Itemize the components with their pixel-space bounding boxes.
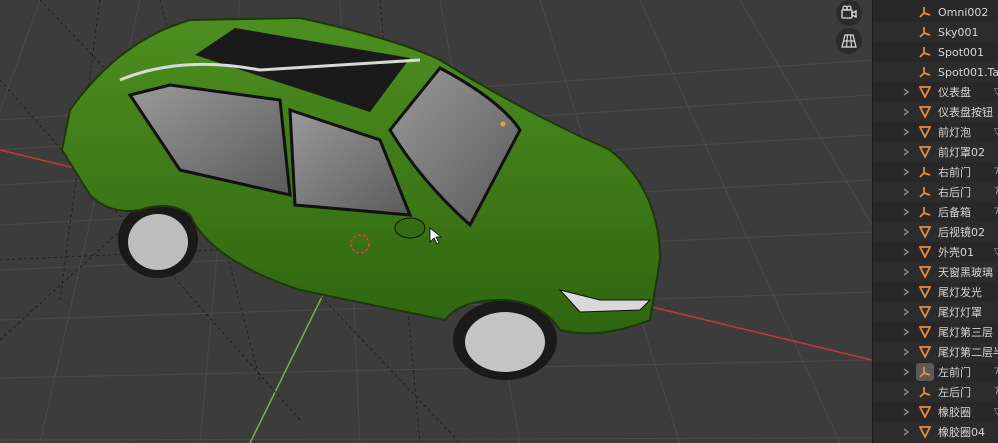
outliner-row[interactable]: 仪表盘按钮	[873, 102, 998, 122]
outliner-item-extra: ▽	[994, 82, 998, 102]
expand-chevron-icon[interactable]	[901, 222, 911, 242]
outliner-item-label: 后备箱	[938, 206, 971, 219]
outliner-item-label: 橡胶圈04	[938, 426, 985, 439]
outliner-item-label: Spot001.Ta	[938, 65, 998, 79]
outliner-item-label: 左前门	[938, 366, 971, 379]
expand-chevron-icon[interactable]	[901, 382, 911, 402]
expand-chevron-icon[interactable]	[901, 262, 911, 282]
grid-view-icon[interactable]	[836, 28, 862, 54]
outliner-row[interactable]: 前灯泡 ▽	[873, 122, 998, 142]
mesh-object-icon	[916, 303, 934, 321]
mesh-object-icon	[916, 103, 934, 121]
outliner-item-label: 尾灯发光	[938, 286, 982, 299]
expand-chevron-icon[interactable]	[901, 302, 911, 322]
outliner-item-label: 尾灯灯罩	[938, 306, 982, 319]
outliner-item-extra: 7	[994, 182, 998, 202]
mesh-object-icon	[916, 423, 934, 441]
outliner-row[interactable]: 后视镜02	[873, 222, 998, 242]
mesh-object-icon	[916, 343, 934, 361]
mesh-object-icon	[916, 123, 934, 141]
outliner-item-label: 仪表盘	[938, 86, 971, 99]
mesh-object-icon	[916, 143, 934, 161]
expand-chevron-icon[interactable]	[901, 182, 911, 202]
mesh-object-icon	[916, 83, 934, 101]
expand-chevron-icon[interactable]	[901, 362, 911, 382]
mesh-object-icon	[916, 323, 934, 341]
expand-chevron-icon[interactable]	[901, 322, 911, 342]
light-object-icon	[916, 3, 934, 21]
outliner-item-extra: ▽	[994, 122, 998, 142]
outliner-row[interactable]: 尾灯发光	[873, 282, 998, 302]
expand-chevron-icon[interactable]	[901, 162, 911, 182]
expand-chevron-icon[interactable]	[901, 242, 911, 262]
outliner-item-label: 右后门	[938, 186, 971, 199]
outliner-row[interactable]: 外壳01 ▽	[873, 242, 998, 262]
light-object-icon	[916, 63, 934, 81]
outliner-item-label: 橡胶圈	[938, 406, 971, 419]
outliner-item-extra: 7	[994, 202, 998, 222]
outliner-item-extra: 7	[994, 362, 998, 382]
outliner-row[interactable]: Sky001	[873, 22, 998, 42]
empty-object-icon	[916, 203, 934, 221]
expand-chevron-icon[interactable]	[901, 422, 911, 442]
outliner-item-label: 仪表盘按钮	[938, 106, 993, 119]
expand-chevron-icon[interactable]	[901, 282, 911, 302]
mesh-object-icon	[916, 283, 934, 301]
outliner-item-extra: ▽	[994, 242, 998, 262]
outliner-row[interactable]: Spot001	[873, 42, 998, 62]
outliner-row[interactable]: 尾灯灯罩	[873, 302, 998, 322]
empty-object-icon	[916, 363, 934, 381]
outliner-item-extra: ▽	[994, 402, 998, 422]
outliner-item-extra: 7	[994, 382, 998, 402]
outliner-item-extra: 7	[994, 162, 998, 182]
outliner-row[interactable]: 前灯罩02	[873, 142, 998, 162]
outliner-row[interactable]: 右后门 7	[873, 182, 998, 202]
outliner-item-label: Omni002	[938, 5, 989, 19]
outliner-item-label: Spot001	[938, 45, 985, 59]
empty-object-icon	[916, 163, 934, 181]
outliner-panel[interactable]: Omni002Sky001Spot001Spot001.Ta仪表盘▽仪表盘按钮前…	[872, 0, 998, 443]
outliner-row[interactable]: 尾灯第二层半	[873, 342, 998, 362]
viewport-scene[interactable]	[0, 0, 872, 443]
camera-view-icon[interactable]	[836, 0, 862, 26]
outliner-item-label: 尾灯第三层	[938, 326, 993, 339]
outliner-item-label: 右前门	[938, 166, 971, 179]
outliner-item-label: Sky001	[938, 25, 979, 39]
mesh-object-icon	[916, 403, 934, 421]
expand-chevron-icon[interactable]	[901, 102, 911, 122]
light-object-icon	[916, 23, 934, 41]
empty-object-icon	[916, 183, 934, 201]
expand-chevron-icon[interactable]	[901, 402, 911, 422]
outliner-item-label: 前灯泡	[938, 126, 971, 139]
outliner-row[interactable]: 仪表盘 ▽	[873, 82, 998, 102]
outliner-row[interactable]: Omni002	[873, 2, 998, 22]
light-object-icon	[916, 43, 934, 61]
mesh-object-icon	[916, 223, 934, 241]
outliner-row[interactable]: 橡胶圈 ▽	[873, 402, 998, 422]
outliner-item-label: 后视镜02	[938, 226, 985, 239]
3d-viewport[interactable]	[0, 0, 872, 443]
outliner-row[interactable]: 橡胶圈04	[873, 422, 998, 442]
outliner-row[interactable]: 尾灯第三层	[873, 322, 998, 342]
outliner-item-label: 天窗黑玻璃	[938, 266, 993, 279]
outliner-item-label: 外壳01	[938, 246, 974, 259]
outliner-item-label: 尾灯第二层半	[938, 346, 998, 359]
expand-chevron-icon[interactable]	[901, 342, 911, 362]
expand-chevron-icon[interactable]	[901, 202, 911, 222]
outliner-row[interactable]: 后备箱 7	[873, 202, 998, 222]
outliner-row[interactable]: Spot001.Ta	[873, 62, 998, 82]
expand-chevron-icon[interactable]	[901, 122, 911, 142]
expand-chevron-icon[interactable]	[901, 142, 911, 162]
outliner-item-label: 左后门	[938, 386, 971, 399]
car-model	[60, 16, 662, 380]
outliner-item-label: 前灯罩02	[938, 146, 985, 159]
outliner-row[interactable]: 左后门 7	[873, 382, 998, 402]
mesh-object-icon	[916, 243, 934, 261]
mesh-object-icon	[916, 263, 934, 281]
outliner-row[interactable]: 右前门 7	[873, 162, 998, 182]
outliner-row[interactable]: 左前门 7	[873, 362, 998, 382]
outliner-row[interactable]: 天窗黑玻璃	[873, 262, 998, 282]
empty-object-icon	[916, 383, 934, 401]
expand-chevron-icon[interactable]	[901, 82, 911, 102]
